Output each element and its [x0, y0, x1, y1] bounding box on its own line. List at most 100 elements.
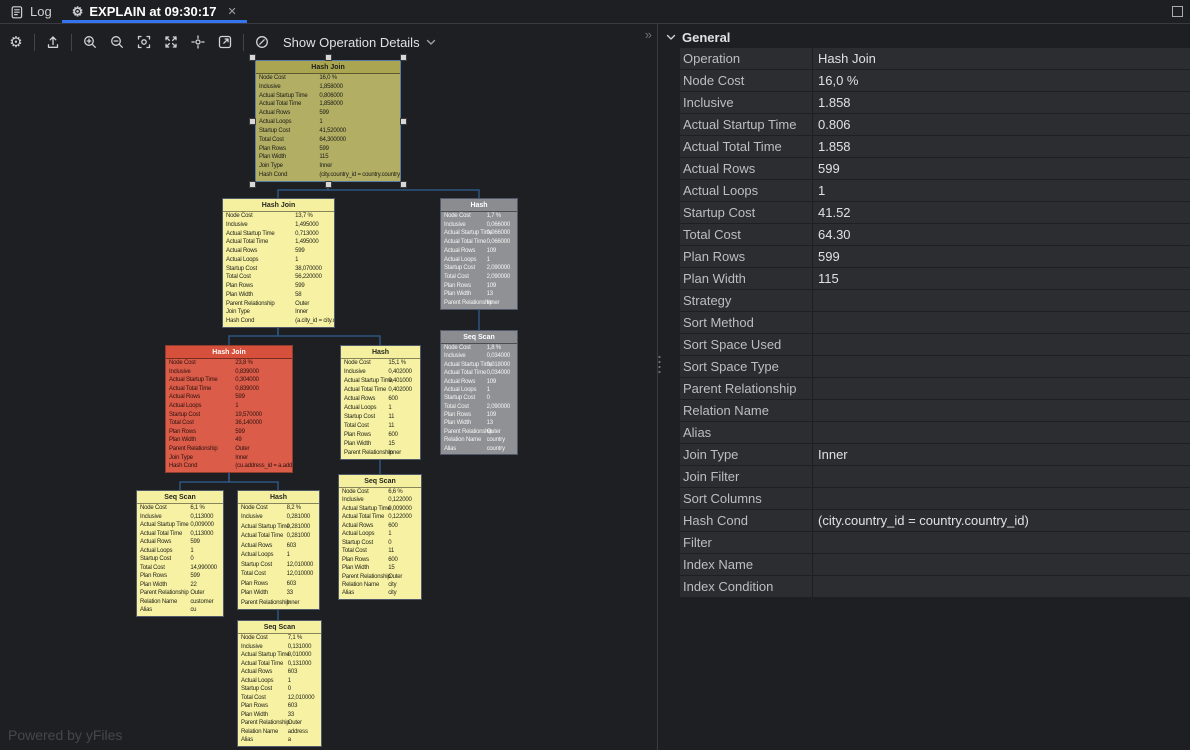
property-row-filter[interactable]: Filter	[680, 532, 1190, 553]
property-row-index-name[interactable]: Index Name	[680, 554, 1190, 575]
plan-node-row: Plan Width22	[137, 581, 223, 590]
property-row-operation[interactable]: OperationHash Join	[680, 48, 1190, 69]
window-maximize-icon[interactable]	[1164, 0, 1190, 23]
plan-node-hash-join[interactable]: Hash JoinNode Cost23,8 %Inclusive0,83900…	[165, 345, 293, 473]
export-icon	[45, 34, 61, 50]
selection-handle[interactable]	[325, 181, 332, 188]
property-row-sort-space-used[interactable]: Sort Space Used	[680, 334, 1190, 355]
plan-node-row-value: 0,113000	[190, 530, 213, 539]
plan-node-seq-scan[interactable]: Seq ScanNode Cost6,1 %Inclusive0,113000A…	[136, 490, 224, 617]
zoom-out-button[interactable]	[104, 29, 130, 55]
plan-node-row: Aliasa	[238, 736, 321, 745]
plan-node-row-label: Parent Relationship	[169, 446, 218, 452]
plan-node-row-value: 15,1 %	[388, 359, 405, 368]
property-row-node-cost[interactable]: Node Cost16,0 %	[680, 70, 1190, 91]
plan-node-row-label: Plan Width	[169, 437, 196, 443]
center-view-button[interactable]	[185, 29, 211, 55]
close-tab-icon[interactable]: ✕	[228, 5, 237, 18]
property-row-actual-total-time[interactable]: Actual Total Time1.858	[680, 136, 1190, 157]
property-row-sort-space-type[interactable]: Sort Space Type	[680, 356, 1190, 377]
plan-node-title: Seq Scan	[137, 491, 223, 504]
diagram-panel: Hash JoinNode Cost16,0 %Inclusive1,85800…	[0, 24, 658, 750]
plan-node-hash[interactable]: HashNode Cost1,7 %Inclusive0,066000Actua…	[440, 198, 518, 310]
selection-handle[interactable]	[249, 181, 256, 188]
plan-node-row-label: Inclusive	[444, 222, 466, 228]
plan-node-row-label: Plan Width	[444, 291, 471, 297]
property-row-actual-loops[interactable]: Actual Loops1	[680, 180, 1190, 201]
plan-node-row-label: Relation Name	[241, 729, 278, 735]
plan-node-row: Inclusive1,495000	[223, 221, 334, 230]
tab-log[interactable]: Log	[0, 0, 62, 23]
plan-node-seq-scan[interactable]: Seq ScanNode Cost6,6 %Inclusive0,122000A…	[338, 474, 422, 600]
plan-node-row: Actual Loops1	[166, 402, 292, 411]
plan-node-row: Actual Total Time0,402000	[341, 386, 420, 395]
plan-node-seq-scan[interactable]: Seq ScanNode Cost1,8 %Inclusive0,034000A…	[440, 330, 518, 455]
settings-button[interactable]: ⚙	[3, 29, 29, 55]
plan-node-row-label: Total Cost	[140, 565, 165, 571]
selection-handle[interactable]	[249, 118, 256, 125]
plan-node-hash-join[interactable]: Hash JoinNode Cost16,0 %Inclusive1,85800…	[255, 60, 401, 182]
plan-node-row-value: cu	[190, 606, 196, 615]
panel-resize-grip[interactable]	[658, 354, 662, 379]
gear-icon: ⚙	[9, 35, 22, 50]
property-value: 64.30	[813, 227, 1190, 242]
tab-explain[interactable]: ⚙ EXPLAIN at 09:30:17 ✕	[62, 0, 247, 23]
plan-node-row-value: 1	[487, 256, 490, 265]
property-row-index-condition[interactable]: Index Condition	[680, 576, 1190, 597]
plan-node-row-label: Plan Width	[342, 565, 369, 571]
properties-section-general[interactable]: General	[658, 26, 1190, 48]
plan-node-row-value: 603	[288, 702, 297, 711]
collapse-toolbar-icon[interactable]: »	[645, 27, 651, 42]
property-row-alias[interactable]: Alias	[680, 422, 1190, 443]
fit-content-button[interactable]	[158, 29, 184, 55]
property-row-startup-cost[interactable]: Startup Cost41.52	[680, 202, 1190, 223]
plan-node-row-value: 0,122000	[388, 513, 411, 521]
plan-node-row: Inclusive0,066000	[441, 221, 517, 230]
property-row-join-type[interactable]: Join TypeInner	[680, 444, 1190, 465]
property-row-parent-relationship[interactable]: Parent Relationship	[680, 378, 1190, 399]
plan-node-row-label: Actual Rows	[241, 669, 272, 675]
property-label: Node Cost	[680, 70, 813, 91]
plan-node-row: Actual Rows599	[137, 538, 223, 547]
property-row-sort-columns[interactable]: Sort Columns	[680, 488, 1190, 509]
plan-node-hash[interactable]: HashNode Cost8,2 %Inclusive0,281000Actua…	[237, 490, 320, 610]
export-button[interactable]	[40, 29, 66, 55]
plan-node-seq-scan[interactable]: Seq ScanNode Cost7,1 %Inclusive0,131000A…	[237, 620, 322, 747]
compass-button[interactable]	[249, 29, 275, 55]
property-row-inclusive[interactable]: Inclusive1.858	[680, 92, 1190, 113]
diagram-canvas[interactable]: Hash JoinNode Cost16,0 %Inclusive1,85800…	[0, 24, 657, 750]
property-row-plan-rows[interactable]: Plan Rows599	[680, 246, 1190, 267]
plan-node-row-value: 0,009000	[388, 505, 411, 513]
property-row-sort-method[interactable]: Sort Method	[680, 312, 1190, 333]
selection-handle[interactable]	[249, 54, 256, 61]
selection-handle[interactable]	[400, 181, 407, 188]
property-row-hash-cond[interactable]: Hash Cond(city.country_id = country.coun…	[680, 510, 1190, 531]
plan-node-row: Parent RelationshipInner	[341, 449, 420, 458]
plan-node-title: Hash Join	[256, 61, 400, 74]
property-row-actual-rows[interactable]: Actual Rows599	[680, 158, 1190, 179]
property-label: Alias	[680, 422, 813, 443]
show-operation-details-button[interactable]: Show Operation Details	[276, 35, 443, 50]
property-row-join-filter[interactable]: Join Filter	[680, 466, 1190, 487]
plan-node-row-value: 22	[190, 581, 196, 590]
zoom-to-selection-button[interactable]	[131, 29, 157, 55]
plan-node-row-label: Alias	[140, 607, 152, 613]
plan-node-row-value: 49	[235, 436, 241, 445]
property-row-strategy[interactable]: Strategy	[680, 290, 1190, 311]
zoom-in-button[interactable]	[77, 29, 103, 55]
open-in-new-window-button[interactable]	[212, 29, 238, 55]
selection-handle[interactable]	[400, 54, 407, 61]
plan-node-row: Actual Loops1	[341, 404, 420, 413]
plan-node-row-value: country	[487, 445, 505, 453]
plan-node-hash[interactable]: HashNode Cost15,1 %Inclusive0,402000Actu…	[340, 345, 421, 460]
property-row-actual-startup-time[interactable]: Actual Startup Time0.806	[680, 114, 1190, 135]
compass-icon	[254, 34, 270, 50]
plan-node-hash-join[interactable]: Hash JoinNode Cost13,7 %Inclusive1,49500…	[222, 198, 335, 328]
plan-node-row-label: Actual Startup Time	[342, 506, 391, 512]
property-row-total-cost[interactable]: Total Cost64.30	[680, 224, 1190, 245]
plan-node-row-value: 0	[487, 394, 490, 402]
selection-handle[interactable]	[325, 54, 332, 61]
property-row-plan-width[interactable]: Plan Width115	[680, 268, 1190, 289]
selection-handle[interactable]	[400, 118, 407, 125]
property-row-relation-name[interactable]: Relation Name	[680, 400, 1190, 421]
